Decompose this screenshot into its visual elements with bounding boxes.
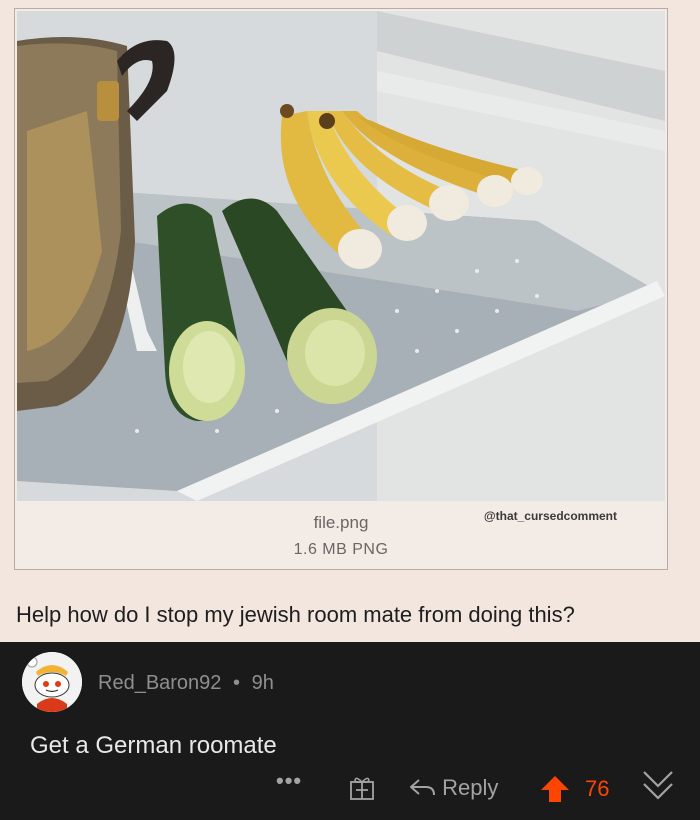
file-size: 1.6 MB PNG: [293, 541, 389, 558]
collapse-button[interactable]: [638, 766, 678, 812]
fridge-photo: [17, 11, 665, 501]
reply-label: Reply: [442, 775, 499, 800]
award-button[interactable]: [348, 774, 376, 808]
vote-score: 76: [585, 776, 610, 801]
image-attachment[interactable]: @that_cursedcomment file.png 1.6 MB PNG: [14, 8, 668, 570]
snoo-avatar-icon: [22, 652, 82, 712]
comment-body: Get a German roomate: [30, 732, 277, 759]
meta-separator: •: [233, 672, 241, 694]
chevron-down-icon: [643, 771, 673, 800]
comment-meta: Red_Baron92 • 9h: [98, 672, 274, 695]
fridge-illustration: [17, 11, 665, 501]
upvote-button[interactable]: [540, 775, 570, 809]
avatar[interactable]: [22, 652, 82, 712]
more-options-button[interactable]: •••: [276, 768, 302, 794]
reply-button[interactable]: Reply: [408, 775, 498, 801]
comment-actions: ••• Reply 76: [0, 762, 700, 817]
file-name: file.png: [313, 513, 369, 532]
comment: Red_Baron92 • 9h Get a German roomate ••…: [0, 642, 700, 820]
upvote-icon: [541, 776, 569, 802]
post-screenshot: @that_cursedcomment file.png 1.6 MB PNG …: [0, 0, 700, 642]
award-icon: [350, 777, 374, 800]
reply-icon: [410, 779, 435, 796]
file-caption: @that_cursedcomment file.png 1.6 MB PNG: [15, 503, 667, 569]
username-link[interactable]: Red_Baron92: [98, 672, 221, 694]
comment-age: 9h: [251, 672, 274, 694]
post-title: Help how do I stop my jewish room mate f…: [16, 602, 575, 627]
